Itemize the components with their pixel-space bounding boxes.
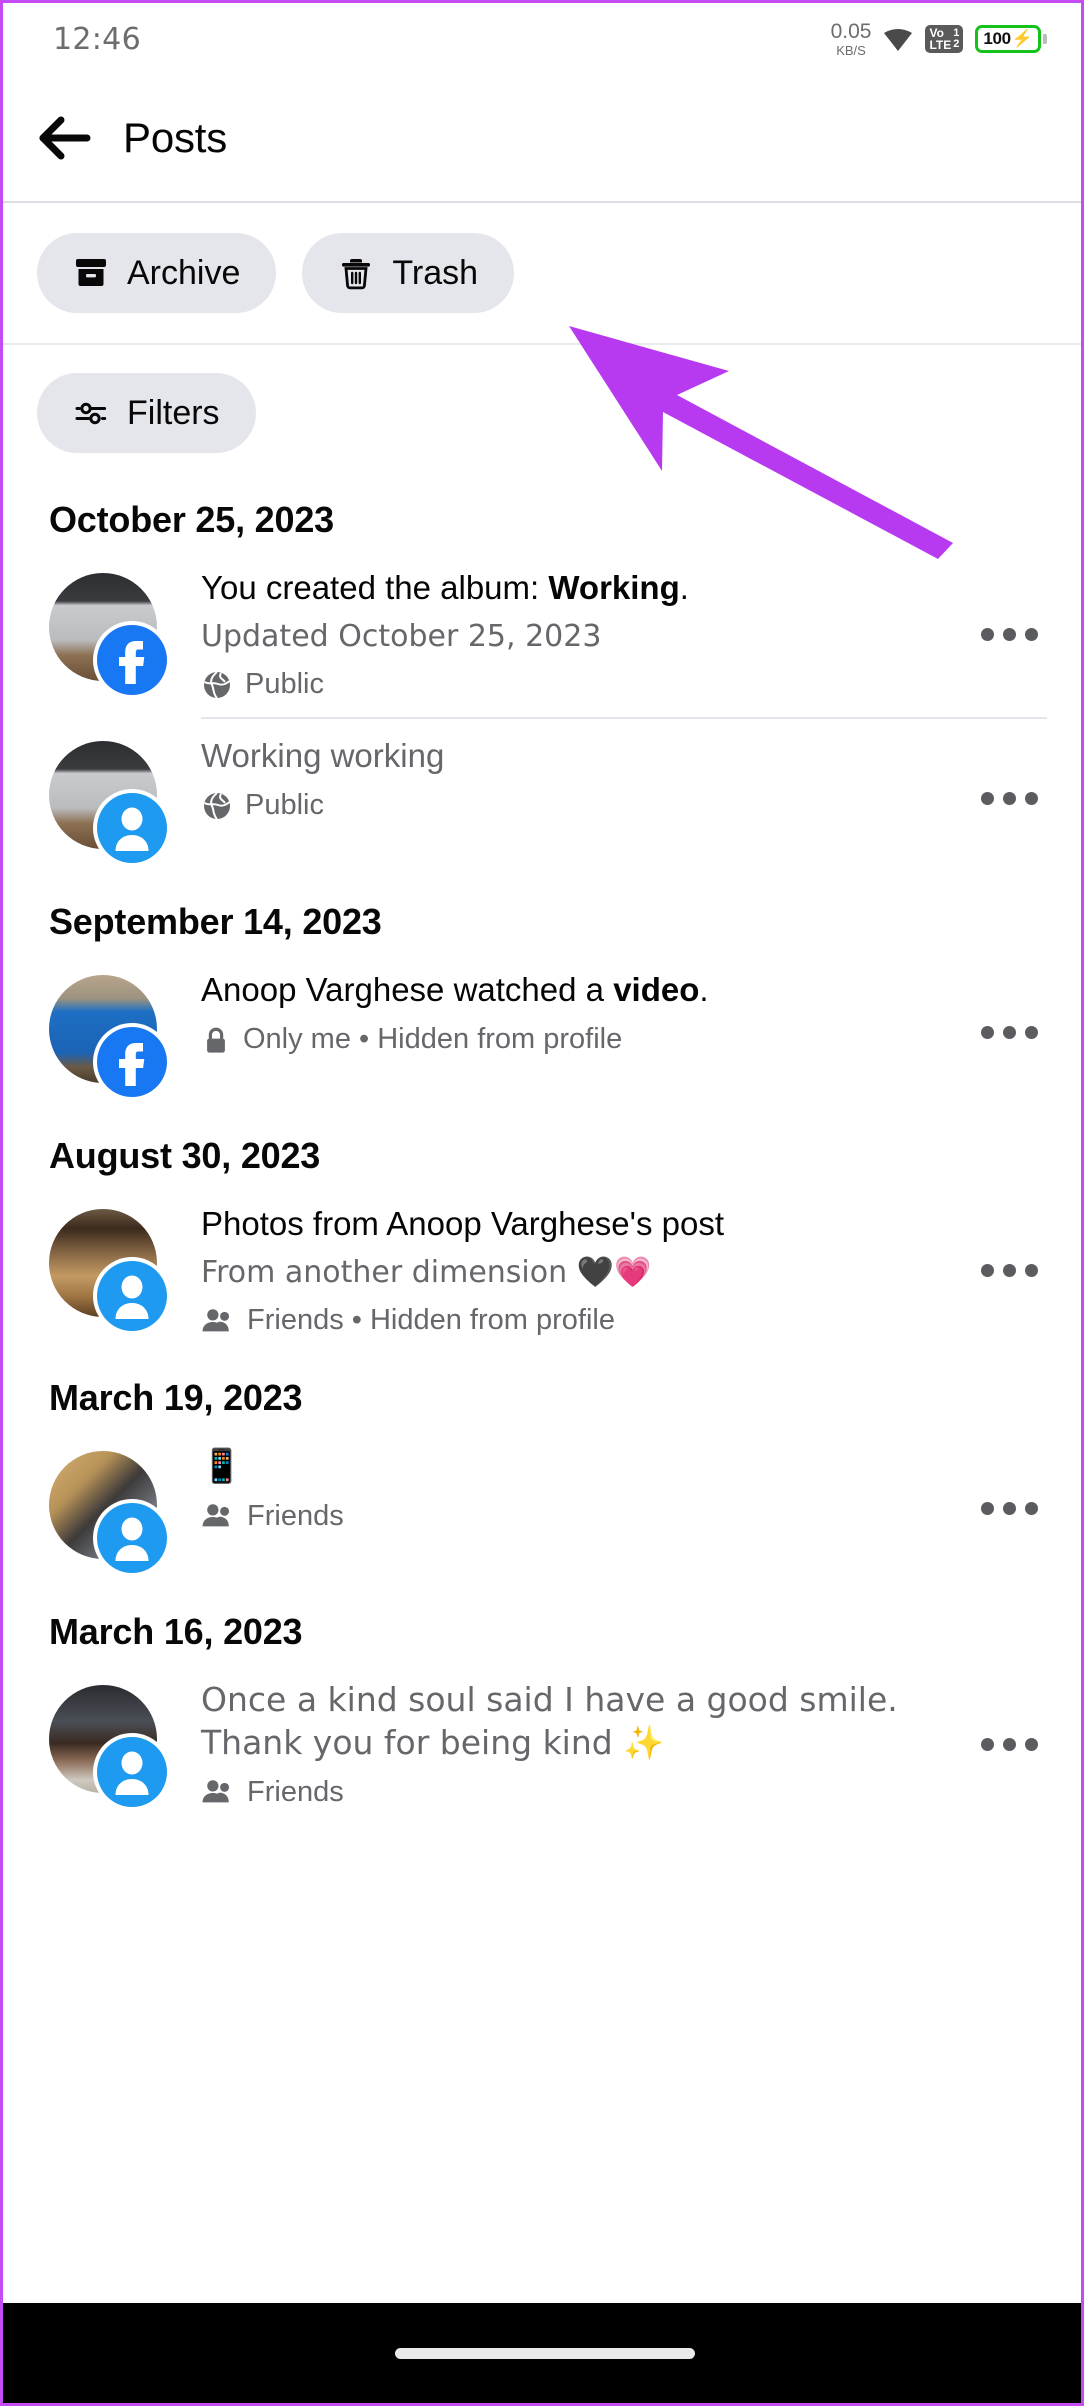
bolt-icon: ⚡ [1011, 29, 1033, 48]
post-privacy-row: Public [201, 668, 971, 701]
thumbnail-wrapper [49, 975, 167, 1098]
battery-icon: 100 ⚡ [975, 25, 1041, 53]
archive-box-icon [73, 255, 109, 291]
post-privacy-label: Public [245, 789, 324, 822]
volte-sim2: 2 [953, 38, 960, 50]
post-privacy-label: Only me • Hidden from profile [243, 1023, 623, 1056]
profile-badge [97, 1737, 167, 1808]
post-subtitle: From another dimension 🖤💗 [201, 1255, 652, 1291]
post-privacy-row: Friends [201, 1776, 971, 1809]
phone-screen: 12:46 0.05 KB/S Vo LTE 1 2 100 ⚡ Posts A… [0, 0, 1084, 2406]
status-time: 12:46 [53, 21, 141, 57]
post-privacy-label: Public [245, 668, 324, 701]
post-item[interactable]: You created the album: Working. Updated O… [3, 555, 1081, 713]
app-bar: Posts [3, 75, 1081, 203]
post-more-options-button[interactable] [971, 1714, 1047, 1774]
wifi-icon [883, 26, 913, 52]
post-title-emphasis: Working [548, 569, 680, 606]
filters-button[interactable]: Filters [37, 373, 256, 453]
status-icons: 0.05 KB/S Vo LTE 1 2 100 ⚡ [831, 21, 1047, 57]
facebook-badge [97, 625, 167, 695]
post-body: Working working Public [157, 735, 971, 822]
post-item[interactable]: 📱 Friends [3, 1433, 1081, 1583]
post-title-emphasis: video [613, 971, 700, 1009]
post-more-options-button[interactable] [971, 768, 1047, 828]
page-title: Posts [123, 114, 228, 161]
globe-icon [201, 790, 233, 822]
archive-label: Archive [127, 253, 241, 292]
post-title: You created the album: Working. [201, 569, 689, 606]
home-indicator-pill[interactable] [395, 2347, 695, 2359]
trash-button[interactable]: Trash [302, 233, 515, 313]
facebook-badge [97, 1027, 167, 1098]
post-body: Anoop Varghese watched a video. Only me •… [157, 969, 971, 1056]
sliders-tune-icon [73, 395, 109, 431]
post-more-options-button[interactable] [971, 1002, 1047, 1062]
post-title: Photos from Anoop Varghese's post [201, 1205, 725, 1243]
battery-tip [1043, 34, 1047, 44]
filters-chip-row: Filters [3, 345, 1081, 471]
friends-icon [201, 1306, 235, 1336]
post-item[interactable]: Working working Public [3, 723, 1081, 873]
post-body: Once a kind soul said I have a good smil… [157, 1679, 971, 1808]
post-privacy-row: Only me • Hidden from profile [201, 1023, 971, 1056]
posts-feed: October 25, 2023 You created the album: W… [3, 471, 1081, 1821]
post-item[interactable]: Once a kind soul said I have a good smil… [3, 1667, 1081, 1820]
post-title: Working working [201, 737, 445, 775]
archive-button[interactable]: Archive [37, 233, 277, 313]
filters-label: Filters [127, 393, 220, 432]
system-navigation-bar [3, 2303, 1081, 2403]
back-arrow-icon[interactable] [37, 110, 93, 166]
profile-badge [97, 793, 167, 864]
post-subtitle: Updated October 25, 2023 [201, 619, 602, 655]
date-header: October 25, 2023 [49, 499, 334, 540]
post-more-options-button[interactable] [971, 604, 1047, 664]
post-divider [201, 717, 1047, 720]
post-privacy-row: Friends [201, 1500, 971, 1533]
post-item[interactable]: Anoop Varghese watched a video. Only me •… [3, 957, 1081, 1107]
post-title: Once a kind soul said I have a good smil… [201, 1680, 898, 1762]
thumbnail-wrapper [49, 1685, 167, 1808]
trash-label: Trash [392, 253, 479, 292]
profile-badge [97, 1261, 167, 1332]
post-body: Photos from Anoop Varghese's post From an… [157, 1203, 971, 1337]
archive-trash-chip-row: Archive Trash [3, 203, 1081, 345]
post-more-options-button[interactable] [971, 1240, 1047, 1300]
friends-icon [201, 1501, 235, 1531]
post-privacy-row: Friends • Hidden from profile [201, 1304, 971, 1337]
date-header: March 19, 2023 [49, 1377, 303, 1419]
date-header: September 14, 2023 [49, 901, 382, 943]
friends-icon [201, 1777, 235, 1807]
date-header: August 30, 2023 [49, 1135, 321, 1177]
volte-bottom-label: LTE [929, 38, 952, 52]
post-title: 📱 [201, 1446, 243, 1486]
post-item[interactable]: Photos from Anoop Varghese's post From an… [3, 1191, 1081, 1349]
thumbnail-wrapper [49, 741, 167, 864]
globe-icon [201, 669, 233, 701]
status-bar: 12:46 0.05 KB/S Vo LTE 1 2 100 ⚡ [3, 3, 1081, 75]
post-privacy-label: Friends • Hidden from profile [247, 1304, 615, 1337]
network-speed-indicator: 0.05 KB/S [831, 21, 872, 57]
post-title: Anoop Varghese watched a video. [201, 971, 709, 1009]
post-privacy-label: Friends [247, 1775, 344, 1808]
profile-badge [97, 1503, 167, 1574]
lock-icon [201, 1024, 231, 1056]
post-privacy-label: Friends [247, 1499, 344, 1532]
volte-icon: Vo LTE 1 2 [925, 24, 964, 54]
post-body: You created the album: Working. Updated O… [157, 567, 971, 701]
post-more-options-button[interactable] [971, 1478, 1047, 1538]
trash-can-icon [338, 255, 374, 291]
post-privacy-row: Public [201, 789, 971, 822]
thumbnail-wrapper [49, 1209, 167, 1332]
battery-percent: 100 [983, 29, 1011, 48]
post-body: 📱 Friends [157, 1445, 971, 1532]
thumbnail-wrapper [49, 1451, 167, 1574]
network-speed-value: 0.05 [830, 20, 872, 43]
date-header: March 16, 2023 [49, 1611, 303, 1653]
network-speed-unit: KB/S [836, 43, 866, 58]
thumbnail-wrapper [49, 573, 167, 695]
